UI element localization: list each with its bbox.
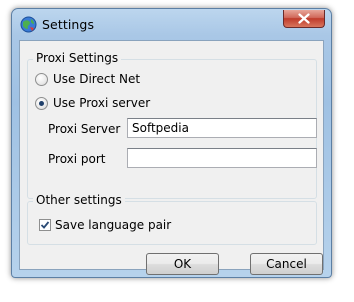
close-button[interactable]: [283, 10, 325, 28]
proxi-server-input[interactable]: [127, 118, 317, 138]
title-bar[interactable]: Settings: [12, 9, 331, 40]
check-icon: [40, 221, 50, 229]
proxi-settings-legend: Proxi Settings: [33, 51, 122, 65]
proxi-port-input[interactable]: [127, 148, 317, 168]
window-title: Settings: [42, 17, 95, 32]
save-language-pair-row[interactable]: Save language pair: [39, 218, 171, 232]
globe-icon: [20, 16, 37, 33]
save-language-pair-checkbox[interactable]: [39, 219, 51, 231]
proxi-server-label: Proxi Server: [48, 122, 121, 136]
dialog-body: Proxi Settings Use Direct Net Use Proxi …: [19, 40, 324, 275]
cancel-button[interactable]: Cancel: [250, 253, 323, 275]
proxi-port-label: Proxi port: [48, 152, 106, 166]
save-language-pair-label: Save language pair: [55, 218, 172, 232]
settings-window: Settings Proxi Settings Use Direct Net U…: [11, 8, 332, 278]
ok-button[interactable]: OK: [146, 253, 219, 275]
proxi-server-radio[interactable]: [35, 96, 48, 110]
direct-net-label: Use Direct Net: [53, 72, 141, 86]
proxi-server-radio-row[interactable]: Use Proxi server: [35, 96, 150, 110]
proxi-settings-group: Proxi Settings Use Direct Net Use Proxi …: [27, 51, 317, 199]
direct-net-radio-row[interactable]: Use Direct Net: [35, 72, 140, 86]
other-settings-group: Other settings Save language pair: [27, 193, 317, 245]
direct-net-radio[interactable]: [35, 72, 48, 86]
other-settings-legend: Other settings: [33, 193, 125, 207]
proxi-server-radio-label: Use Proxi server: [53, 96, 151, 110]
